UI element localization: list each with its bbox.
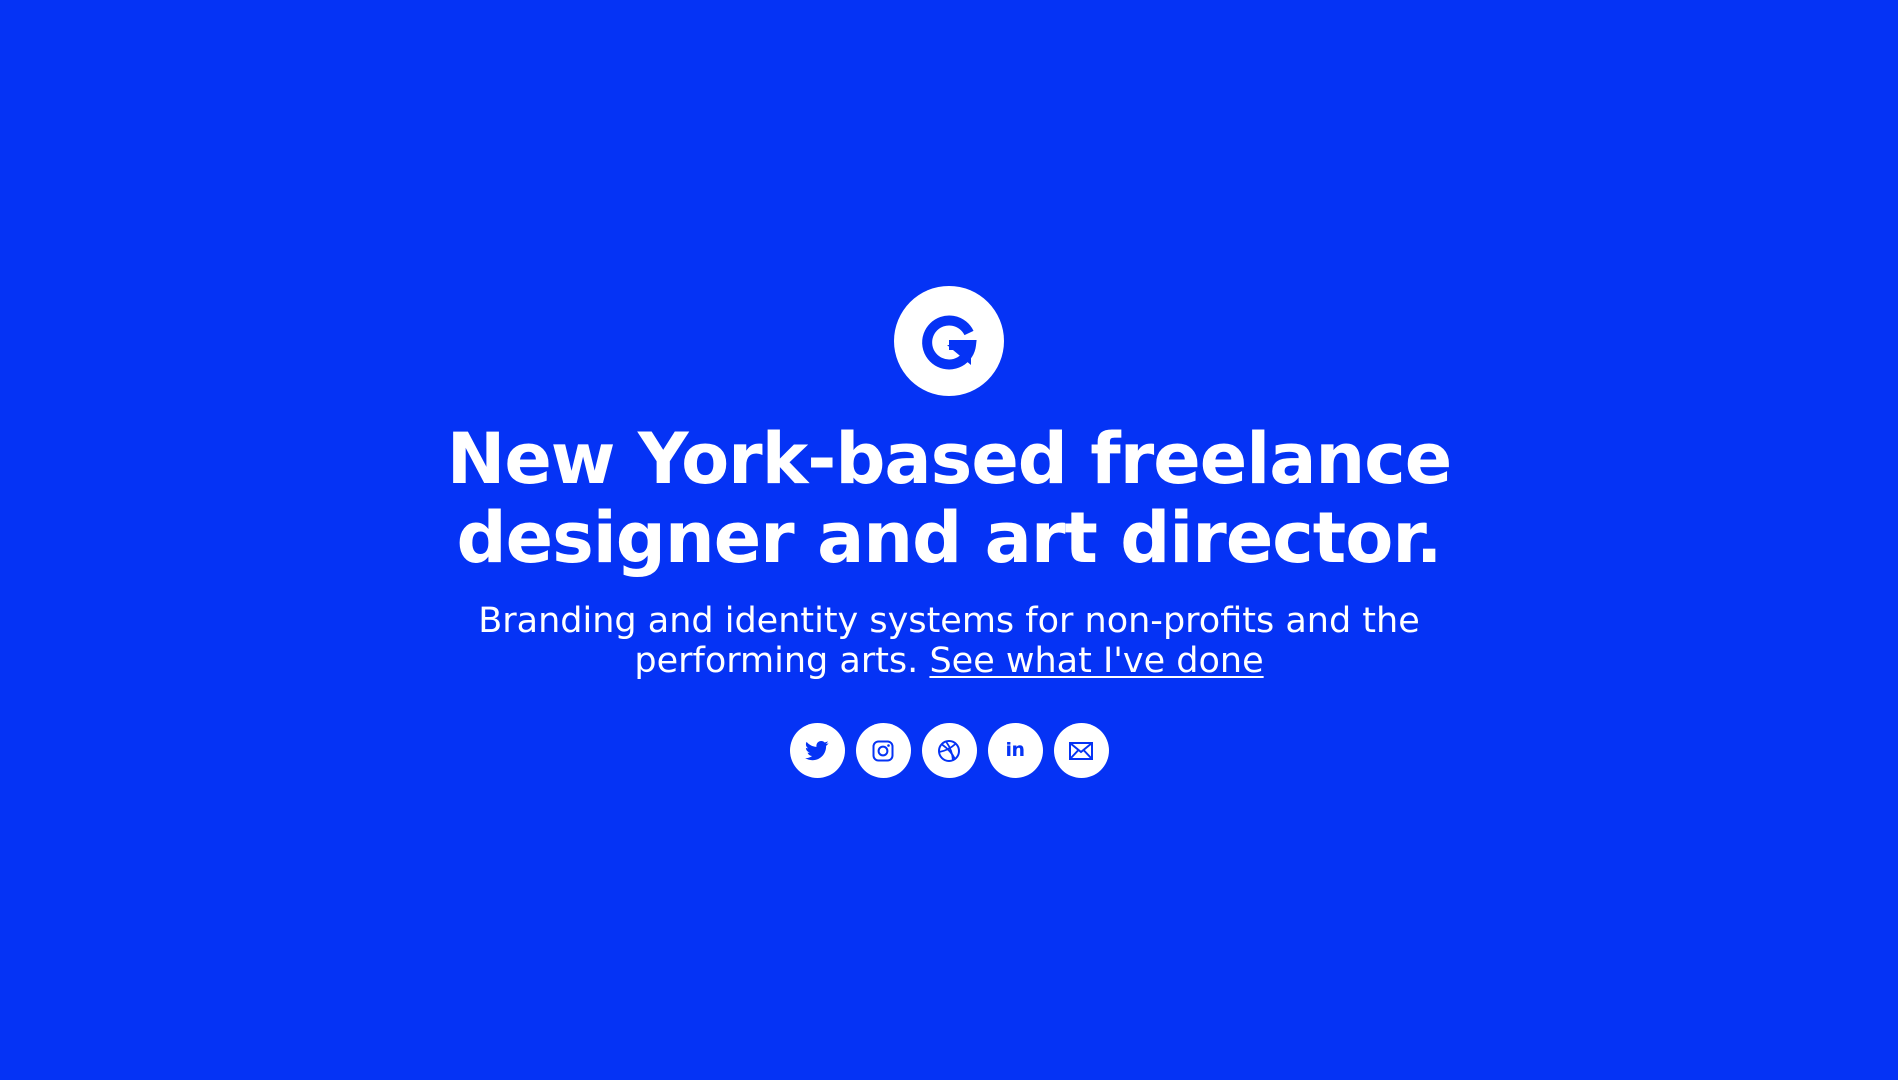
- linkedin-icon: in: [1005, 739, 1025, 761]
- email-button[interactable]: [1053, 723, 1109, 778]
- linkedin-button[interactable]: in: [987, 723, 1043, 778]
- instagram-button[interactable]: [855, 723, 911, 778]
- dribbble-icon: [937, 739, 961, 763]
- intro-line-2-text: performing arts.: [634, 641, 919, 681]
- headline-line-1: New York-based freelance: [446, 418, 1453, 500]
- instagram-icon: [871, 739, 895, 763]
- intro-line-1: Branding and identity systems for non-pr…: [478, 601, 1420, 641]
- social-links: in: [789, 723, 1109, 778]
- intro-line-2: performing arts. See what I've done: [424, 641, 1474, 681]
- page-headline: New York-based freelance designer and ar…: [399, 420, 1499, 578]
- hero-section: New York-based freelance designer and ar…: [0, 286, 1898, 778]
- email-icon: [1068, 741, 1094, 761]
- headline-line-2: designer and art director.: [456, 497, 1443, 579]
- page: New York-based freelance designer and ar…: [0, 0, 1898, 1080]
- twitter-button[interactable]: [789, 723, 845, 778]
- g-logo-icon[interactable]: [894, 286, 1004, 396]
- dribbble-button[interactable]: [921, 723, 977, 778]
- intro-text: Branding and identity systems for non-pr…: [424, 601, 1474, 681]
- twitter-icon: [805, 740, 829, 761]
- see-work-link[interactable]: See what I've done: [929, 641, 1263, 681]
